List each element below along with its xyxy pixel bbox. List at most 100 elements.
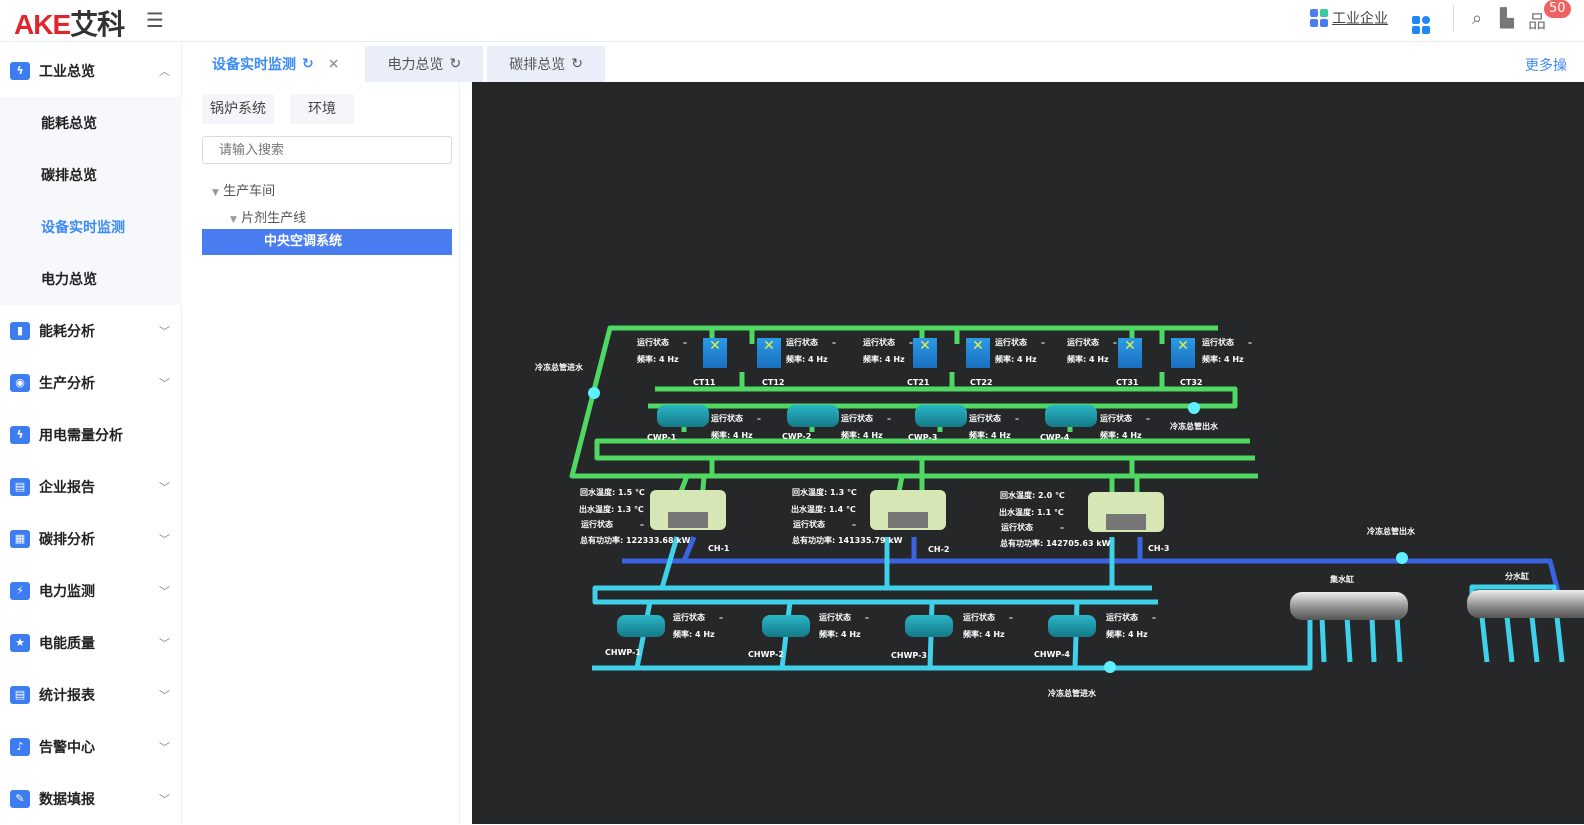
cooling-tower-icon[interactable]: ✕	[913, 338, 937, 368]
tab[interactable]: 设备实时监测 ↻ ×	[190, 46, 362, 82]
distributor-tank-label: 分水缸	[1505, 572, 1529, 581]
sidebar-item[interactable]: ϟ 用电需量分析	[0, 409, 182, 461]
sidebar-item-label: 电能质量	[39, 636, 95, 652]
sidebar-subitem[interactable]: 能耗总览	[0, 97, 182, 149]
sidebar-item-label: 电力监测	[39, 584, 95, 600]
cooling-tower-status: 运行状态 – 频率: 4 Hz	[637, 337, 687, 366]
frequency: 频率: 4 Hz	[786, 355, 828, 364]
cooling-tower-icon[interactable]: ✕	[1118, 338, 1142, 368]
cooling-pump-status: 运行状态 – 频率: 4 Hz	[841, 413, 891, 442]
cooling-pump-icon[interactable]	[657, 405, 709, 427]
sidebar-item-label: 能耗分析	[39, 324, 95, 340]
tree-node-workshop[interactable]: ▼ 生产车间	[212, 180, 275, 199]
sidebar-item[interactable]: ★ 电能质量 ﹀	[0, 617, 182, 669]
cooling-tower-label: CT21	[907, 378, 930, 387]
close-icon[interactable]: ×	[328, 56, 340, 72]
chilled-header-pipe	[592, 585, 1158, 605]
cooling-pump-status: 运行状态 – 频率: 4 Hz	[711, 413, 761, 442]
refresh-icon[interactable]: ↻	[449, 56, 461, 72]
chilled-pump-icon[interactable]	[1048, 615, 1096, 637]
chevron-down-icon: ﹀	[159, 793, 170, 806]
sidebar-item[interactable]: ⚡ 电力监测 ﹀	[0, 565, 182, 617]
pipe-label: 冷冻总管进水	[535, 363, 583, 372]
grid-icon[interactable]	[1412, 8, 1430, 34]
cooling-pump-icon[interactable]	[1045, 405, 1097, 427]
frequency: 频率: 4 Hz	[969, 431, 1011, 440]
factory-icon[interactable]: ▙	[1500, 8, 1514, 29]
top-bar: AKE艾科 ☰ 工业企业 ⌕ ▙ 品 50	[0, 0, 1584, 42]
sidebar-item[interactable]: ♪ 告警中心 ﹀	[0, 721, 182, 773]
refresh-icon[interactable]: ↻	[302, 56, 314, 72]
flow-meter-icon[interactable]	[1188, 402, 1200, 414]
tree-node-hvac[interactable]: 中央空调系统	[202, 229, 452, 255]
menu-icon: ▤	[10, 478, 30, 496]
chiller-icon[interactable]	[870, 490, 946, 530]
tank-outlet-pipe	[1394, 616, 1403, 663]
sidebar-item[interactable]: ✎ 数据填报 ﹀	[0, 773, 182, 825]
tank-outlet-pipe	[1369, 616, 1377, 663]
cooling-pipe	[648, 386, 1238, 409]
frequency: 频率: 4 Hz	[1067, 355, 1109, 364]
sidebar-item[interactable]: ◉ 生产分析 ﹀	[0, 357, 182, 409]
collector-tank-icon[interactable]	[1290, 592, 1408, 620]
logo: AKE艾科	[14, 9, 125, 40]
enterprise-switch[interactable]: 工业企业	[1310, 8, 1388, 28]
tree-node-line[interactable]: ▼ 片剂生产线	[230, 207, 306, 226]
menu-collapse-icon[interactable]: ☰	[146, 8, 164, 32]
cooling-pump-icon[interactable]	[787, 405, 839, 427]
menu-icon: ▮	[10, 322, 30, 340]
tab-label: 碳排总览	[509, 57, 566, 73]
hvac-diagram: ✕ ✕ ✕ ✕ ✕ ✕ CT11 CT12 CT21 CT22 CT31 CT32 运行状态 – 频率: 4…	[472, 82, 1584, 824]
chiller-status-label: 运行状态	[581, 520, 613, 529]
pipe-label: 冷冻总管出水	[1367, 527, 1415, 536]
flow-meter-icon[interactable]	[588, 387, 600, 399]
chiller-icon[interactable]	[650, 490, 726, 530]
cooling-tower-icon[interactable]: ✕	[703, 338, 727, 368]
cooling-tower-label: CT11	[693, 378, 716, 387]
notification-badge[interactable]: 50	[1544, 0, 1571, 18]
environment-button[interactable]: 环境	[290, 94, 354, 124]
chevron-down-icon: ﹀	[159, 689, 170, 702]
refresh-icon[interactable]: ↻	[571, 56, 583, 72]
chevron-down-icon: ﹀	[159, 585, 170, 598]
menu-icon: ♪	[10, 738, 30, 756]
status-value: –	[1041, 338, 1045, 347]
chiller-power: 总有功功率: 141335.79 kW	[792, 536, 903, 545]
chilled-pump-icon[interactable]	[762, 615, 810, 637]
cooling-tower-icon[interactable]: ✕	[757, 338, 781, 368]
chilled-pump-icon[interactable]	[617, 615, 665, 637]
sidebar-subitem[interactable]: 设备实时监测	[0, 201, 182, 253]
chiller-return-temp: 回水温度: 1.5 ℃	[580, 488, 645, 497]
apps-icon	[1310, 9, 1328, 27]
cooling-pump-icon[interactable]	[915, 405, 967, 427]
tab-label: 设备实时监测	[212, 57, 296, 73]
tab[interactable]: 电力总览 ↻	[365, 46, 484, 82]
flow-meter-icon[interactable]	[1396, 552, 1408, 564]
cooling-tower-icon[interactable]: ✕	[1171, 338, 1195, 368]
chilled-pump-icon[interactable]	[905, 615, 953, 637]
sidebar-item[interactable]: ▦ 碳排分析 ﹀	[0, 513, 182, 565]
boiler-system-button[interactable]: 锅炉系统	[202, 94, 274, 124]
status-value: –	[757, 414, 761, 423]
more-operations-link[interactable]: 更多操	[1525, 55, 1567, 75]
status-label: 运行状态	[995, 338, 1027, 347]
tab[interactable]: 碳排总览 ↻	[487, 46, 605, 82]
sidebar-item[interactable]: ▤ 统计报表 ﹀	[0, 669, 182, 721]
distributor-tank-icon[interactable]	[1467, 590, 1584, 618]
cooling-tower-icon[interactable]: ✕	[966, 338, 990, 368]
search-input[interactable]	[202, 136, 452, 164]
chiller-power: 总有功功率: 122333.68 kW	[580, 536, 691, 545]
sidebar-item[interactable]: ▮ 能耗分析 ﹀	[0, 305, 182, 357]
menu-icon: ▤	[10, 686, 30, 704]
sidebar-item[interactable]: ▤ 企业报告 ﹀	[0, 461, 182, 513]
frequency: 频率: 4 Hz	[637, 355, 679, 364]
tank-outlet-pipe	[1504, 616, 1515, 663]
search-icon[interactable]: ⌕	[1472, 8, 1482, 29]
sidebar-subitem[interactable]: 电力总览	[0, 253, 182, 305]
chilled-pump-label: CHWP-1	[605, 648, 641, 657]
sidebar-subitem[interactable]: 碳排总览	[0, 149, 182, 201]
flow-meter-icon[interactable]	[1104, 661, 1116, 673]
chiller-icon[interactable]	[1088, 492, 1164, 532]
org-chart-icon[interactable]: 品	[1528, 8, 1546, 34]
sidebar-item-industrial-overview[interactable]: ϟ 工业总览 ︿	[0, 45, 182, 97]
